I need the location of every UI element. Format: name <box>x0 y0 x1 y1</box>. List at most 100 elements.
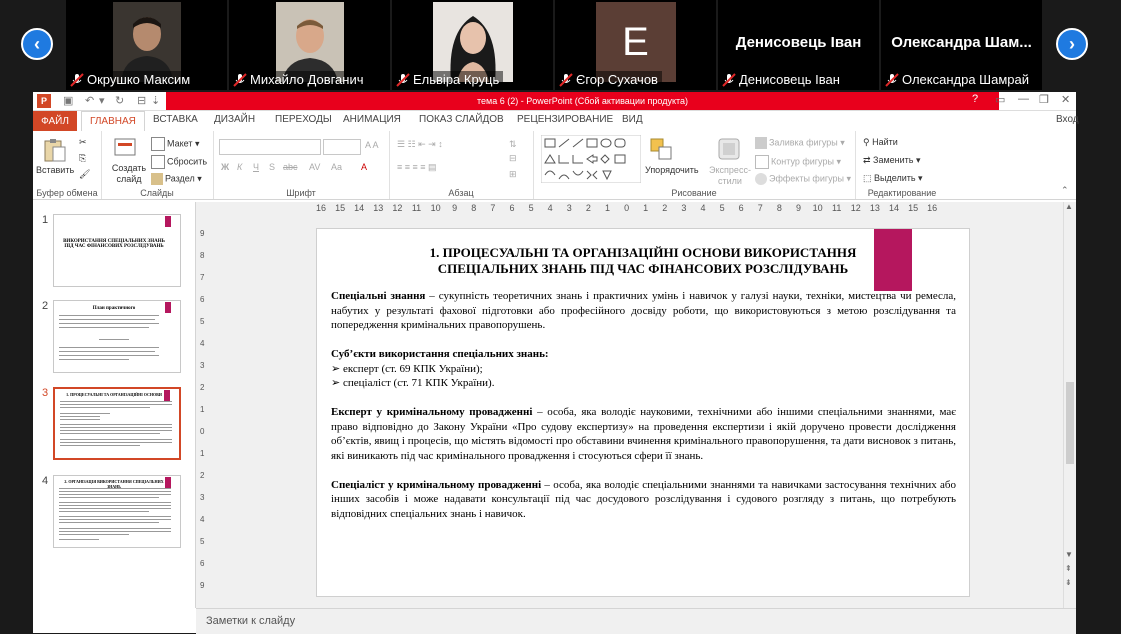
ruler-tick-label: 14 <box>888 203 899 213</box>
participant-tile[interactable]: Денисовець Іван Денисовець Іван <box>718 0 879 90</box>
font-name-field[interactable] <box>219 139 321 155</box>
ribbon: Вставить ✂ ⎘ 🖌 Буфер обмена Создать слай… <box>33 131 1076 200</box>
text-line <box>59 539 99 541</box>
tab-slideshow[interactable]: ПОКАЗ СЛАЙДОВ <box>419 114 504 125</box>
slide-thumbnail-3[interactable]: 1. ПРОЦЕСУАЛЬНІ ТА ОРГАНІЗАЦІЙНІ ОСНОВИ <box>53 387 181 460</box>
shape-effects-button[interactable]: Эффекты фигуры ▾ <box>755 173 851 185</box>
redo-icon[interactable]: ↻ <box>115 94 124 107</box>
shape-outline-button[interactable]: Контур фигуры ▾ <box>755 155 841 169</box>
ruler-tick-label: 10 <box>812 203 823 213</box>
tab-insert[interactable]: ВСТАВКА <box>153 114 198 125</box>
next-slide-icon[interactable]: ⇟ <box>1065 578 1072 587</box>
scrollbar-thumb[interactable] <box>1066 382 1074 464</box>
slides-group: Создать слайд Макет ▾ Сбросить Раздел ▾ … <box>101 131 214 199</box>
text-line <box>60 430 172 432</box>
text-line <box>59 315 159 317</box>
arrange-icon[interactable] <box>649 137 675 163</box>
notes-pane[interactable]: Заметки к слайду <box>196 608 1076 634</box>
save-icon[interactable]: ▣ <box>63 94 73 107</box>
customize-toolbar-icon[interactable]: ⇣ <box>151 94 160 107</box>
font-group-label: Шрифт <box>286 188 316 198</box>
tab-home[interactable]: ГЛАВНАЯ <box>81 111 145 131</box>
previous-slide-icon[interactable]: ⇞ <box>1065 564 1072 573</box>
bold-button[interactable]: Ж <box>221 162 229 172</box>
ribbon-display-options-icon[interactable]: ▭ <box>995 93 1005 106</box>
new-slide-button[interactable]: Создать слайд <box>111 163 147 185</box>
tab-transitions[interactable]: ПЕРЕХОДЫ <box>275 114 332 125</box>
vertical-ruler: 9 8 7 6 5 4 3 2 1 0 1 2 3 4 5 6 9 <box>200 229 205 590</box>
reset-button[interactable]: Сбросить <box>151 155 207 169</box>
scroll-down-icon[interactable]: ▼ <box>1065 550 1073 559</box>
participant-name: Олександра Шамрай <box>883 71 1033 88</box>
section-button[interactable]: Раздел ▾ <box>151 173 202 185</box>
ruler-tick-label: 15 <box>335 203 346 213</box>
align-text-icon[interactable]: ⊟ <box>509 153 517 164</box>
align-icons[interactable]: ≡ ≡ ≡ ≡ ▤ <box>397 162 437 173</box>
participant-tile[interactable]: Михайло Довганич <box>229 0 390 90</box>
participant-tile[interactable]: E Єгор Сухачов <box>555 0 716 90</box>
find-button[interactable]: ⚲ Найти <box>863 137 898 148</box>
participant-tile[interactable]: Окрушко Максим <box>66 0 227 90</box>
tab-review[interactable]: РЕЦЕНЗИРОВАНИЕ <box>517 114 613 125</box>
scroll-up-icon[interactable]: ▲ <box>1065 202 1073 211</box>
arrange-button[interactable]: Упорядочить <box>645 165 699 175</box>
change-case-button[interactable]: Aa <box>331 162 342 172</box>
bullets-icon[interactable]: ☰ ☷ ⇤ ⇥ ↕ <box>397 139 443 150</box>
slide-canvas[interactable]: 1. ПРОЦЕСУАЛЬНІ ТА ОРГАНІЗАЦІЙНІ ОСНОВИ … <box>316 228 970 597</box>
shape-effects-icon <box>755 173 767 185</box>
quick-styles-icon[interactable] <box>717 137 743 163</box>
font-color-icon[interactable]: A <box>361 162 367 172</box>
italic-button[interactable]: К <box>237 162 242 172</box>
format-painter-icon[interactable]: 🖌 <box>79 169 90 180</box>
help-icon[interactable]: ? <box>972 93 978 105</box>
sign-in-link[interactable]: Вход <box>1056 114 1079 125</box>
new-slide-icon[interactable] <box>113 135 139 161</box>
slide-thumbnail-2[interactable]: План практичного <box>53 300 181 373</box>
tab-file[interactable]: ФАЙЛ <box>33 111 77 131</box>
next-page-button[interactable]: › <box>1056 28 1088 60</box>
start-slideshow-icon[interactable]: ⊟ <box>137 94 146 107</box>
slide-title[interactable]: 1. ПРОЦЕСУАЛЬНІ ТА ОРГАНІЗАЦІЙНІ ОСНОВИ … <box>337 245 949 277</box>
text-line <box>59 494 171 496</box>
select-button[interactable]: ⬚ Выделить ▾ <box>863 173 923 184</box>
tab-view[interactable]: ВИД <box>622 114 643 125</box>
svg-text:7: 7 <box>200 273 205 282</box>
text-direction-icon[interactable]: ⇅ <box>509 139 517 150</box>
quick-styles-button[interactable]: Экспресс-стили <box>707 165 753 187</box>
participant-tile[interactable]: Олександра Шам... Олександра Шамрай <box>881 0 1042 90</box>
paste-button[interactable]: Вставить <box>36 165 74 175</box>
text-line <box>60 424 172 426</box>
underline-button[interactable]: Ч <box>253 162 259 172</box>
svg-text:1: 1 <box>200 405 205 414</box>
cut-icon[interactable]: ✂ <box>79 137 87 148</box>
smartart-icon[interactable]: ⊞ <box>509 169 517 180</box>
svg-text:9: 9 <box>200 229 205 238</box>
undo-icon[interactable]: ↶ <box>85 94 94 107</box>
undo-dropdown-icon[interactable]: ▾ <box>99 94 105 107</box>
participant-video <box>112 2 181 82</box>
layout-button[interactable]: Макет ▾ <box>151 137 200 151</box>
vertical-scrollbar[interactable]: ▲ ▼ ⇞ ⇟ <box>1063 202 1076 608</box>
slide-thumbnail-1[interactable]: ВИКОРИСТАННЯ СПЕЦІАЛЬНИХ ЗНАНЬ ПІД ЧАС Ф… <box>53 214 181 287</box>
paste-icon[interactable] <box>41 137 67 163</box>
slide-thumbnail-4[interactable]: 2. ОРГАНІЗАЦІЯ ВИКОРИСТАННЯ СПЕЦІАЛЬНИХ … <box>53 475 181 548</box>
ruler-tick-label: 5 <box>719 203 725 213</box>
font-size-field[interactable] <box>323 139 361 155</box>
replace-button[interactable]: ⇄ Заменить ▾ <box>863 155 921 166</box>
shapes-gallery[interactable] <box>541 135 641 183</box>
copy-icon[interactable]: ⎘ <box>79 153 86 164</box>
prev-page-button[interactable]: ‹ <box>21 28 53 60</box>
collapse-ribbon-icon[interactable]: ⌃ <box>1061 185 1069 196</box>
shadow-button[interactable]: S <box>269 162 275 172</box>
character-spacing-icon[interactable]: AV <box>309 162 320 172</box>
restore-icon[interactable]: ❐ <box>1039 93 1049 106</box>
close-icon[interactable]: ✕ <box>1061 93 1070 106</box>
participant-tile[interactable]: Ельвіра Круць <box>392 0 553 90</box>
minimize-icon[interactable]: — <box>1018 93 1029 105</box>
strikethrough-button[interactable]: abc <box>283 162 298 172</box>
slide-body-text[interactable]: Спеціальні знання – сукупність теоретичн… <box>331 289 956 521</box>
shape-fill-button[interactable]: Заливка фигуры ▾ <box>755 137 845 149</box>
tab-animation[interactable]: АНИМАЦИЯ <box>343 114 401 125</box>
grow-font-icon[interactable]: A A <box>365 140 379 150</box>
tab-design[interactable]: ДИЗАЙН <box>214 114 255 125</box>
